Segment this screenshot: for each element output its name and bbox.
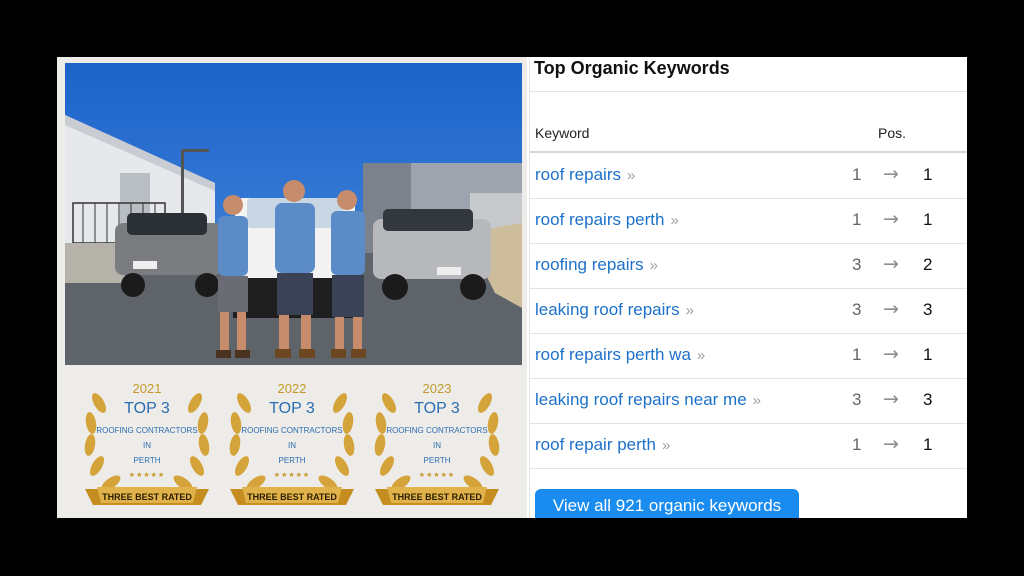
arrow-right-icon: → <box>883 253 899 275</box>
award-ribbon-text: THREE BEST RATED <box>247 492 337 502</box>
award-line-1: ROOFING CONTRACTORS <box>386 426 488 435</box>
previous-position: 1 <box>852 435 862 454</box>
arrow-right-icon: → <box>883 433 899 455</box>
keyword-text: roof repairs perth wa <box>535 345 691 364</box>
table-row: roof repairs » 1 → 1 <box>530 153 967 199</box>
award-line-2: IN <box>143 441 151 450</box>
award-title: TOP 3 <box>124 400 170 417</box>
award-ribbon-text: THREE BEST RATED <box>102 492 192 502</box>
table-row: leaking roof repairs near me » 3 → 3 <box>530 378 967 424</box>
award-year: 2023 <box>422 381 452 396</box>
table-row: roof repairs perth wa » 1 → 1 <box>530 333 967 379</box>
arrow-right-icon: → <box>883 163 899 185</box>
award-line-2: IN <box>433 441 441 450</box>
award-badge-2022: 2022 TOP 3 ROOFING CONTRACTORS IN PERTH … <box>222 373 362 513</box>
awards-row: 2021 TOP 3 ROOFING CONTRACTORS IN PERTH … <box>57 367 527 518</box>
table-row: leaking roof repairs » 3 → 3 <box>530 288 967 334</box>
award-stars: ★★★★★ <box>273 471 311 479</box>
current-position: 3 <box>923 300 933 319</box>
award-line-3: PERTH <box>423 456 451 465</box>
double-chevron-icon[interactable]: » <box>650 257 658 274</box>
keyword-link[interactable]: roof repairs » <box>535 165 635 185</box>
keyword-text: roofing repairs <box>535 255 644 274</box>
keyword-text: leaking roof repairs <box>535 300 680 319</box>
double-chevron-icon[interactable]: » <box>662 437 670 454</box>
double-chevron-icon[interactable]: » <box>627 167 635 184</box>
double-chevron-icon[interactable]: » <box>670 212 678 229</box>
award-line-3: PERTH <box>278 456 306 465</box>
previous-position: 1 <box>852 165 862 184</box>
keyword-text: roof repairs <box>535 165 621 184</box>
award-badge-2023: 2023 TOP 3 ROOFING CONTRACTORS IN PERTH … <box>367 373 507 513</box>
current-position: 3 <box>923 390 933 409</box>
keyword-link[interactable]: roofing repairs » <box>535 255 658 275</box>
column-header-keyword: Keyword <box>535 125 590 141</box>
keyword-text: roof repairs perth <box>535 210 665 229</box>
table-row: roof repairs perth » 1 → 1 <box>530 198 967 244</box>
divider <box>530 91 967 92</box>
previous-position: 3 <box>852 390 862 409</box>
double-chevron-icon[interactable]: » <box>686 302 694 319</box>
award-line-3: PERTH <box>133 456 161 465</box>
award-stars: ★★★★★ <box>128 471 166 479</box>
award-title: TOP 3 <box>414 400 460 417</box>
award-line-2: IN <box>288 441 296 450</box>
arrow-right-icon: → <box>883 388 899 410</box>
current-position: 1 <box>923 345 933 364</box>
award-ribbon-text: THREE BEST RATED <box>392 492 482 502</box>
view-all-keywords-button[interactable]: View all 921 organic keywords <box>535 489 799 518</box>
award-stars: ★★★★★ <box>418 471 456 479</box>
screenshot-frame: 2021 TOP 3 ROOFING CONTRACTORS IN PERTH … <box>57 57 967 518</box>
previous-position: 1 <box>852 345 862 364</box>
award-line-1: ROOFING CONTRACTORS <box>241 426 343 435</box>
previous-position: 1 <box>852 210 862 229</box>
previous-position: 3 <box>852 255 862 274</box>
current-position: 2 <box>923 255 933 274</box>
keyword-link[interactable]: roof repairs perth » <box>535 210 679 230</box>
keyword-text: roof repair perth <box>535 435 656 454</box>
award-badge-2021: 2021 TOP 3 ROOFING CONTRACTORS IN PERTH … <box>77 373 217 513</box>
keywords-panel: Top Organic Keywords Keyword Pos. roof r… <box>529 57 967 518</box>
keyword-link[interactable]: roof repair perth » <box>535 435 670 455</box>
arrow-right-icon: → <box>883 298 899 320</box>
keyword-text: leaking roof repairs near me <box>535 390 747 409</box>
award-year: 2021 <box>132 381 162 396</box>
award-line-1: ROOFING CONTRACTORS <box>96 426 198 435</box>
award-title: TOP 3 <box>269 400 315 417</box>
current-position: 1 <box>923 435 933 454</box>
arrow-right-icon: → <box>883 343 899 365</box>
table-row: roof repair perth » 1 → 1 <box>530 423 967 469</box>
previous-position: 3 <box>852 300 862 319</box>
left-panel: 2021 TOP 3 ROOFING CONTRACTORS IN PERTH … <box>57 57 527 518</box>
double-chevron-icon[interactable]: » <box>753 392 761 409</box>
panel-title: Top Organic Keywords <box>534 58 730 78</box>
keyword-link[interactable]: leaking roof repairs near me » <box>535 390 761 410</box>
double-chevron-icon[interactable]: » <box>697 347 705 364</box>
keyword-link[interactable]: roof repairs perth wa » <box>535 345 705 365</box>
team-photo <box>65 63 522 365</box>
table-row: roofing repairs » 3 → 2 <box>530 243 967 289</box>
current-position: 1 <box>923 210 933 229</box>
current-position: 1 <box>923 165 933 184</box>
keyword-link[interactable]: leaking roof repairs » <box>535 300 694 320</box>
column-header-position: Pos. <box>878 125 907 141</box>
arrow-right-icon: → <box>883 208 899 230</box>
award-year: 2022 <box>277 381 307 396</box>
